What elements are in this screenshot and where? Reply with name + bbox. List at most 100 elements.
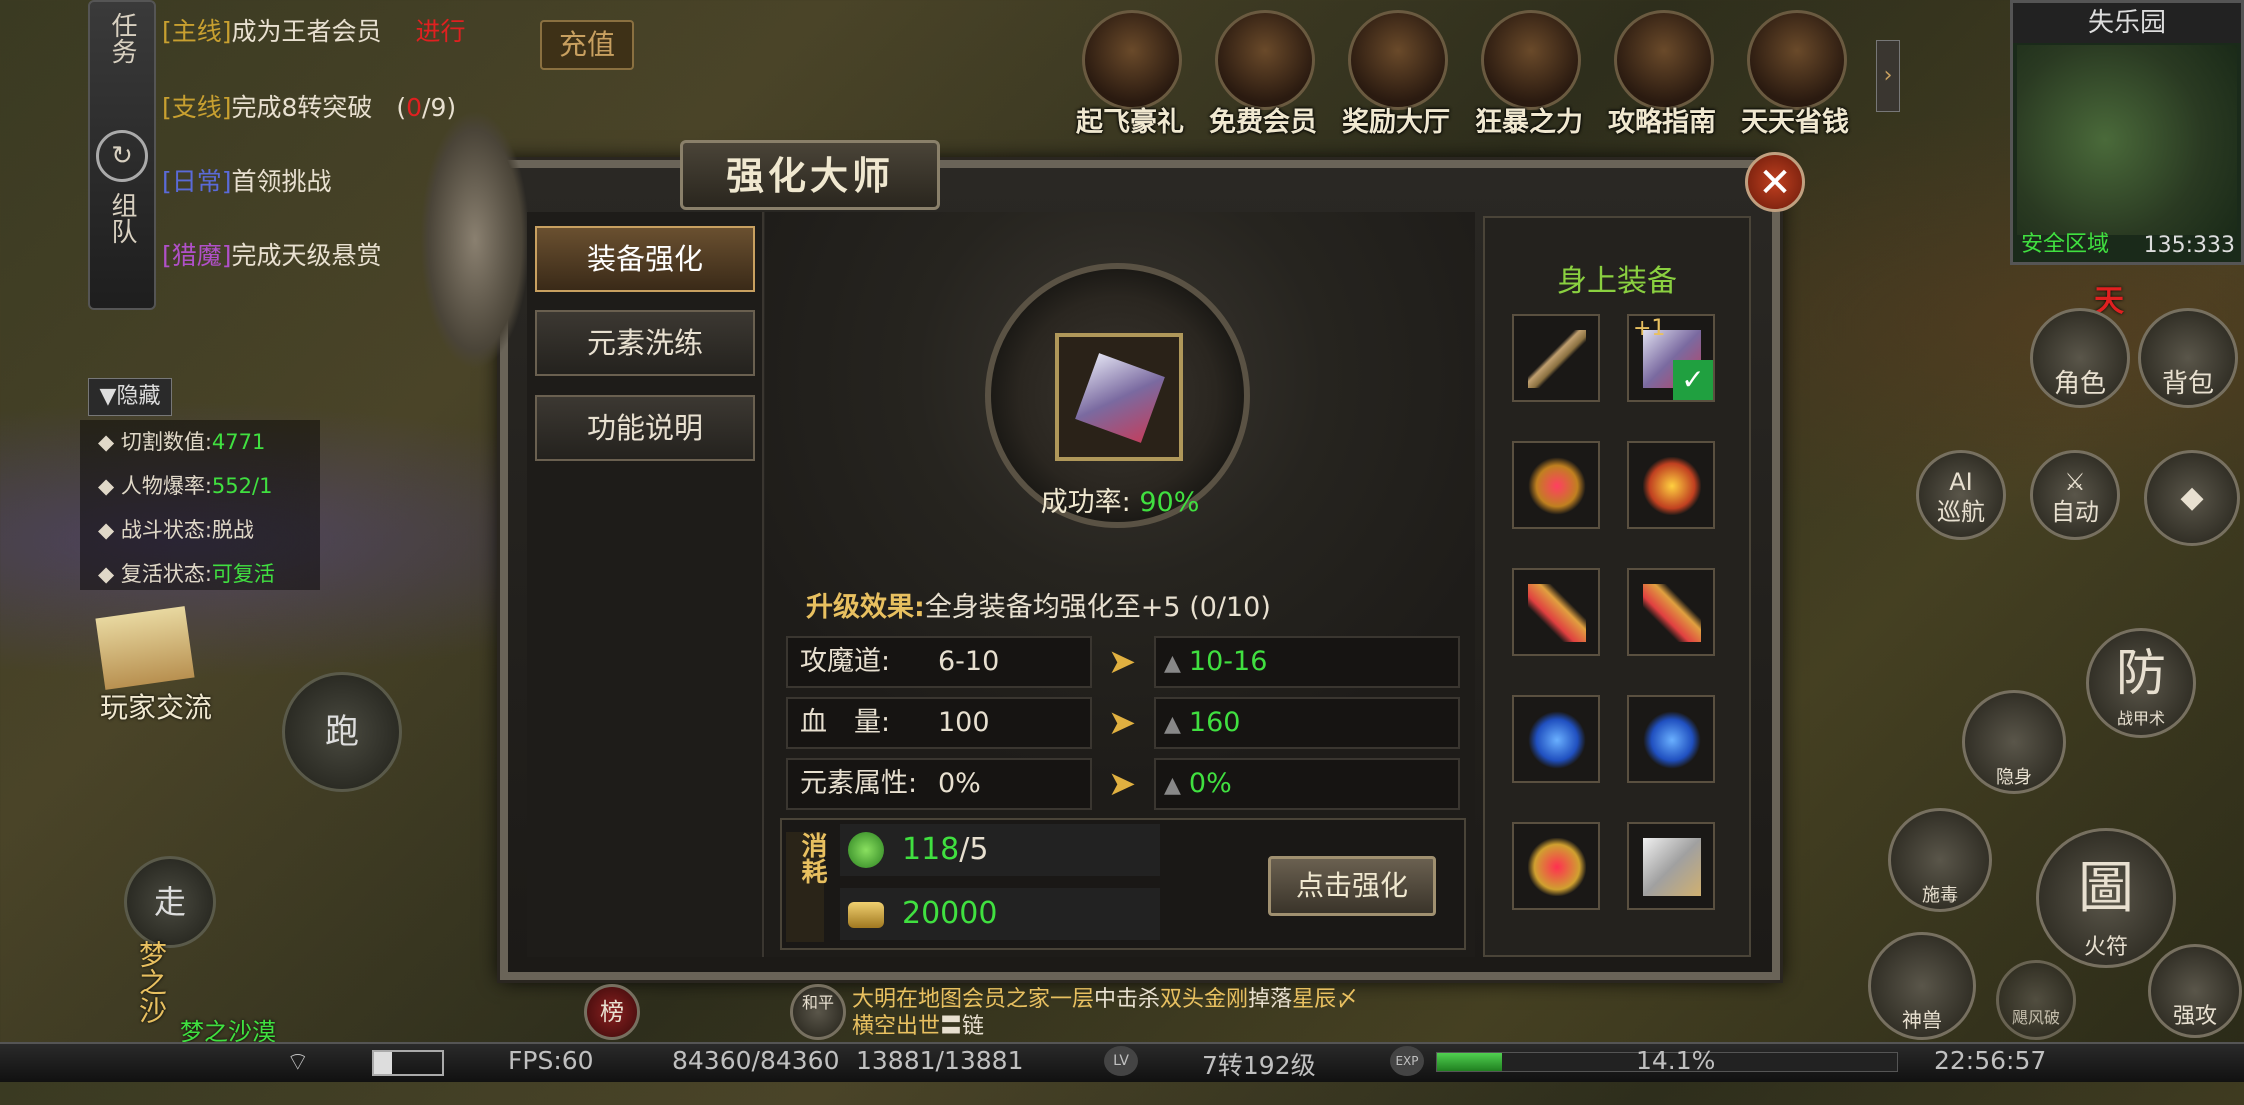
status-combat-label: 战斗状态: <box>120 518 212 542</box>
bag-label: 背包 <box>2161 369 2214 399</box>
tab-element-refine[interactable]: 元素洗练 <box>535 310 755 376</box>
cyclone-label: 飓风破 <box>2011 1008 2060 1027</box>
recharge-button[interactable]: 充值 <box>540 20 634 70</box>
tab-function-help[interactable]: 功能说明 <box>535 395 755 461</box>
equip-slot-ring-left[interactable] <box>1512 695 1600 783</box>
stat-hp-next: 160 <box>1188 707 1241 738</box>
necklace-icon <box>1528 457 1586 515</box>
status-droprate-value: 552/1 <box>211 474 273 498</box>
quest-daily-tag: [日常] <box>162 167 232 196</box>
ai-icon: AI <box>1949 468 1973 496</box>
run-button[interactable]: 跑 <box>282 672 402 792</box>
equip-slot-helmet[interactable] <box>1627 441 1715 529</box>
poison-skill[interactable]: 施毒 <box>1888 808 1992 912</box>
task-tab-label: 任务 <box>107 12 137 64</box>
sword-icon <box>1481 10 1581 110</box>
stat-element-name: 元素属性: <box>800 768 918 799</box>
equip-slot-bracer-right[interactable] <box>1627 568 1715 656</box>
cost-gold-have: 20000 <box>902 896 998 931</box>
stat-row-hp-next: ▲ 160 <box>1154 697 1460 749</box>
equip-slot-bracer-left[interactable] <box>1512 568 1600 656</box>
task-tab[interactable]: 任务 <box>90 12 154 64</box>
equip-slot-belt[interactable] <box>1512 822 1600 910</box>
refresh-icon[interactable]: ↻ <box>90 130 154 182</box>
stat-hp-name: 血 量: <box>800 707 891 738</box>
expand-icons-arrow[interactable]: › <box>1876 40 1900 112</box>
helmet-icon <box>1643 457 1701 515</box>
equip-slot-necklace[interactable] <box>1512 441 1600 529</box>
role-label: 角色 <box>2053 369 2106 399</box>
top-icon-save[interactable]: 天天省钱 <box>1735 10 1855 138</box>
rank-button[interactable]: 榜 <box>584 984 640 1040</box>
attack-skill[interactable]: 强攻 <box>2148 944 2242 1038</box>
bracer-icon <box>1643 584 1701 642</box>
sword-icon <box>1528 330 1586 388</box>
success-rate: 成功率: 90% <box>960 480 1280 519</box>
crown-icon <box>1215 10 1315 110</box>
peace-mode-button[interactable]: 和平 <box>790 984 846 1040</box>
fire-charm-label: 火符 <box>2083 935 2128 960</box>
quest-side-progress-open: ( <box>396 93 407 122</box>
fire-charm-skill[interactable]: 圖火符 <box>2036 828 2176 968</box>
minimap[interactable]: 失乐园 安全区域 135:333 <box>2010 0 2244 265</box>
tab-equipment-strengthen[interactable]: 装备强化 <box>535 226 755 292</box>
status-combat: ◆ 战斗状态:脱战 <box>98 518 254 542</box>
equip-slot-weapon[interactable] <box>1512 314 1600 402</box>
armor-skill-label: 战甲术 <box>2116 709 2165 728</box>
strengthen-button[interactable]: 点击强化 <box>1268 856 1436 916</box>
success-rate-label: 成功率: <box>1040 487 1131 518</box>
level-badge: LV <box>1104 1046 1138 1076</box>
stat-attack-current: 6-10 <box>938 646 1000 677</box>
quest-main[interactable]: [主线]成为王者会员 进行 <box>162 12 466 48</box>
stat-row-attack-current: 攻魔道: 6-10 <box>786 636 1092 688</box>
quest-side-text: 完成8转突破 <box>231 93 373 122</box>
ai-cruise-button[interactable]: AI 巡航 <box>1916 450 2006 540</box>
equip-slot-bracelet-left[interactable]: +1 ✓ <box>1627 314 1715 402</box>
bracelet-icon <box>1075 353 1165 443</box>
top-icon-vip[interactable]: 免费会员 <box>1203 10 1323 138</box>
scroll-icon <box>1614 10 1714 110</box>
map-view[interactable] <box>2017 45 2237 235</box>
quest-hunt[interactable]: [猎魔]完成天级悬赏 <box>162 236 382 272</box>
player-exchange-label[interactable]: 玩家交流 <box>100 686 212 726</box>
status-droprate-label: 人物爆率: <box>120 474 212 498</box>
team-tab-label: 组队 <box>107 192 137 244</box>
role-button[interactable]: 角色 <box>2030 308 2130 408</box>
quest-side[interactable]: [支线]完成8转突破 (0/9) <box>162 88 456 124</box>
top-icon-reward[interactable]: 奖励大厅 <box>1336 10 1456 138</box>
chat-monster: 双头金刚 <box>1160 987 1249 1012</box>
envelope-icon[interactable] <box>95 606 195 690</box>
equip-slot-boots[interactable] <box>1627 822 1715 910</box>
team-tab[interactable]: 组队 <box>90 192 154 244</box>
stat-element-next: 0% <box>1188 768 1232 799</box>
quest-hunt-text: 完成天级悬赏 <box>231 241 382 270</box>
selected-item-slot[interactable] <box>1055 333 1183 461</box>
close-button[interactable]: ✕ <box>1745 152 1805 212</box>
divine-beast-skill[interactable]: 神兽 <box>1868 932 1976 1040</box>
clock: 22:56:57 <box>1934 1046 2047 1075</box>
arrow-up-icon: ▲ <box>1164 773 1181 798</box>
top-icon-guide[interactable]: 攻略指南 <box>1602 10 1722 138</box>
ring-icon <box>1528 711 1586 769</box>
fps-counter: FPS:60 <box>508 1046 594 1075</box>
hide-status-button[interactable]: ▼隐藏 <box>88 378 172 416</box>
top-icon-gift[interactable]: 起飞豪礼 <box>1070 10 1190 138</box>
system-chat[interactable]: 大明在地图会员之家一层中击杀双头金刚掉落星辰〆横空出世〓链 <box>852 986 1372 1042</box>
equip-slot-ring-right[interactable] <box>1627 695 1715 783</box>
top-icon-berserk[interactable]: 狂暴之力 <box>1469 10 1589 138</box>
stealth-skill[interactable]: 隐身 <box>1962 690 2066 794</box>
defend-skill[interactable]: 防战甲术 <box>2086 628 2196 738</box>
skill-menu-button[interactable]: ◆ <box>2144 450 2240 546</box>
map-coordinates: 135:333 <box>2143 233 2235 258</box>
auto-label: 自动 <box>2051 498 2099 526</box>
crossed-swords-icon: ⚔ <box>2064 468 2086 496</box>
status-cut: ◆ 切割数值:4771 <box>98 430 266 454</box>
bag-button[interactable]: 背包 <box>2138 308 2238 408</box>
diamond-icon: ◆ <box>2180 480 2204 515</box>
stat-row-element-current: 元素属性: 0% <box>786 758 1092 810</box>
walk-button[interactable]: 走 <box>124 856 216 948</box>
cyclone-skill[interactable]: 飓风破 <box>1996 960 2076 1040</box>
auto-button[interactable]: ⚔ 自动 <box>2030 450 2120 540</box>
cost-jade-row: 118/5 <box>840 824 1160 876</box>
quest-daily[interactable]: [日常]首领挑战 <box>162 162 332 198</box>
